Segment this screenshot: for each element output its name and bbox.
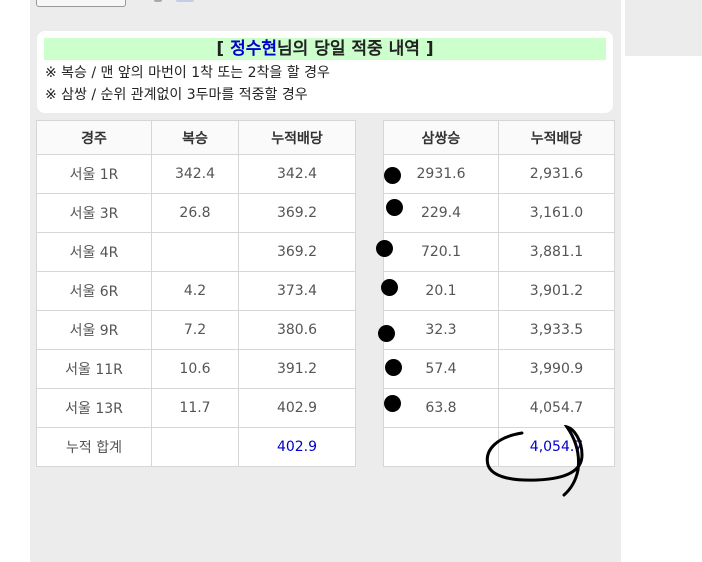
mark-dot [385, 359, 402, 376]
table-row: 20.1 3,901.2 [383, 271, 615, 311]
race-cell: 서울 11R [36, 349, 152, 389]
cumulative-cell: 3,901.2 [498, 271, 615, 311]
odds-cell: 10.6 [151, 349, 239, 389]
header-cumulative: 누적배당 [238, 120, 356, 155]
table-row: 서울 6R 4.2 373.4 [36, 271, 356, 311]
total-label: 누적 합계 [36, 427, 152, 467]
cumulative-cell: 3,881.1 [498, 232, 615, 272]
odds-cell: 63.8 [383, 388, 499, 428]
odds-cell: 26.8 [151, 193, 239, 233]
top-button[interactable] [36, 0, 126, 7]
user-name: 정수현 [230, 39, 278, 59]
table-row: 63.8 4,054.7 [383, 388, 615, 428]
race-cell: 서울 6R [36, 271, 152, 311]
mark-dot [378, 325, 395, 342]
mark-dot [376, 240, 393, 257]
race-cell: 서울 9R [36, 310, 152, 350]
table-row: 서울 1R 342.4 342.4 [36, 154, 356, 194]
table-row: 720.1 3,881.1 [383, 232, 615, 272]
cumulative-cell: 380.6 [238, 310, 356, 350]
race-cell: 서울 13R [36, 388, 152, 428]
banner-bracket-close: ] [425, 39, 434, 59]
samssang-table: 삼쌍승 누적배당 2931.6 2,931.6 229.4 3,161.0 720.… [383, 120, 615, 467]
cumulative-cell: 369.2 [238, 232, 356, 272]
table-row: 32.3 3,933.5 [383, 310, 615, 350]
handdrawn-circle-mark [485, 425, 584, 497]
table-row: 서울 11R 10.6 391.2 [36, 349, 356, 389]
side-panel [625, 0, 702, 56]
header-bokseung: 복승 [151, 120, 239, 155]
total-empty-cell [151, 427, 239, 467]
note-bokseung: ※ 복승 / 맨 앞의 마번이 1착 또는 2착을 할 경우 [45, 65, 330, 81]
race-cell: 서울 3R [36, 193, 152, 233]
cumulative-cell: 4,054.7 [498, 388, 615, 428]
table-row: 229.4 3,161.0 [383, 193, 615, 233]
summary-card: [ 정수현님의 당일 적중 내역 ] ※ 복승 / 맨 앞의 마번이 1착 또는… [37, 31, 613, 113]
bokseung-table: 경주 복승 누적배당 서울 1R 342.4 342.4 서울 3R 26.8 369.… [36, 120, 356, 467]
table-row: 서울 13R 11.7 402.9 [36, 388, 356, 428]
header-race: 경주 [36, 120, 152, 155]
cumulative-cell: 2,931.6 [498, 154, 615, 194]
race-cell: 서울 1R [36, 154, 152, 194]
mark-dot [384, 167, 401, 184]
odds-cell: 342.4 [151, 154, 239, 194]
mark-dot [386, 199, 403, 216]
top-icon [154, 0, 162, 2]
odds-cell [151, 232, 239, 272]
result-banner: [ 정수현님의 당일 적중 내역 ] [44, 38, 606, 60]
table-row: 서울 3R 26.8 369.2 [36, 193, 356, 233]
header-samssang: 삼쌍승 [383, 120, 499, 155]
cumulative-cell: 391.2 [238, 349, 356, 389]
odds-cell: 720.1 [383, 232, 499, 272]
table-row: 서울 9R 7.2 380.6 [36, 310, 356, 350]
table-row: 서울 4R 369.2 [36, 232, 356, 272]
cumulative-cell: 369.2 [238, 193, 356, 233]
banner-title: 님의 당일 적중 내역 [277, 39, 420, 59]
table-row: 2931.6 2,931.6 [383, 154, 615, 194]
odds-cell: 4.2 [151, 271, 239, 311]
race-cell: 서울 4R [36, 232, 152, 272]
odds-cell: 20.1 [383, 271, 499, 311]
mark-dot [381, 279, 398, 296]
odds-cell: 11.7 [151, 388, 239, 428]
top-link[interactable] [176, 0, 194, 2]
mark-dot [384, 395, 401, 412]
cumulative-cell: 3,933.5 [498, 310, 615, 350]
note-samssang: ※ 삼쌍 / 순위 관계없이 3두마를 적중할 경우 [45, 87, 308, 103]
cumulative-cell: 3,990.9 [498, 349, 615, 389]
odds-cell: 7.2 [151, 310, 239, 350]
cumulative-cell: 402.9 [238, 388, 356, 428]
header-cumulative: 누적배당 [498, 120, 615, 155]
table-row: 57.4 3,990.9 [383, 349, 615, 389]
total-row: 누적 합계 402.9 [36, 427, 356, 467]
cumulative-cell: 3,161.0 [498, 193, 615, 233]
cumulative-cell: 373.4 [238, 271, 356, 311]
banner-bracket-open: [ [216, 39, 225, 59]
odds-cell: 32.3 [383, 310, 499, 350]
total-value: 402.9 [238, 427, 356, 467]
cumulative-cell: 342.4 [238, 154, 356, 194]
